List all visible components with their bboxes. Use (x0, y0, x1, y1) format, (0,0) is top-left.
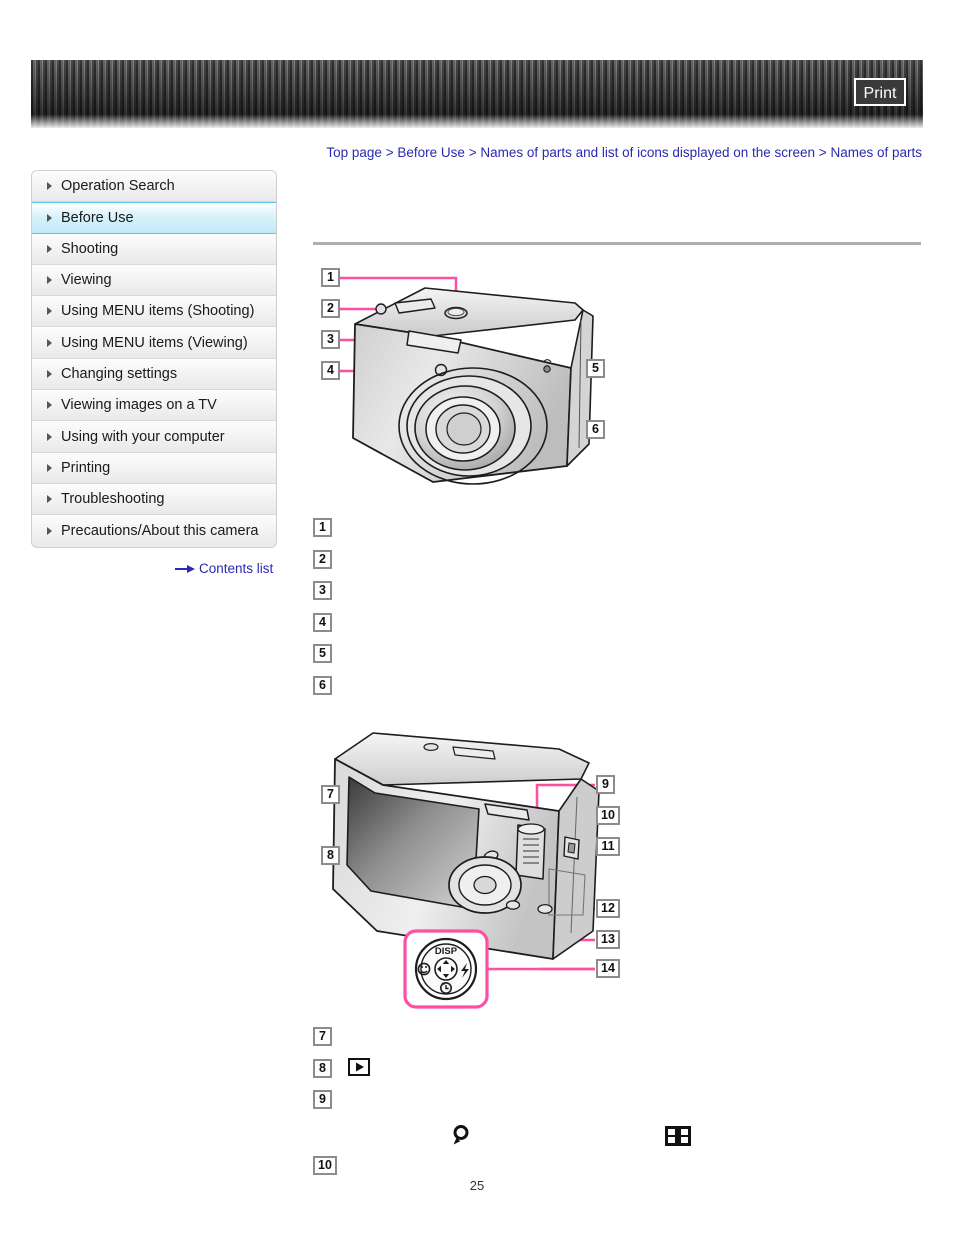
sidebar-item-label: Troubleshooting (61, 491, 165, 508)
sidebar-item-viewing-images-on-a-tv[interactable]: Viewing images on a TV (32, 390, 276, 422)
callout-13: 13 (596, 930, 620, 949)
triangle-right-icon (47, 463, 52, 472)
sidebar-item-changing-settings[interactable]: Changing settings (32, 358, 276, 391)
main-content: 1 2 3 4 5 6 1 2 3 4 5 6 DISP 7 8 9 10 11… (313, 258, 923, 1185)
sidebar-item-using-with-your-computer[interactable]: Using with your computer (32, 421, 276, 453)
print-button[interactable]: Print (854, 78, 906, 106)
part-list-front: 1 2 3 4 5 6 (313, 516, 923, 705)
zoom-magnifier-icon (452, 1124, 472, 1151)
callout-7: 7 (321, 785, 340, 804)
triangle-right-icon (47, 495, 52, 504)
triangle-right-icon (47, 526, 52, 535)
triangle-right-icon (47, 307, 52, 316)
triangle-right-icon (47, 369, 52, 378)
contents-list-link[interactable]: Contents list (175, 561, 273, 576)
triangle-right-icon (47, 401, 52, 410)
triangle-right-icon (47, 182, 52, 191)
sidebar-item-label: Using MENU items (Viewing) (61, 334, 248, 351)
sidebar-item-using-menu-items-shooting[interactable]: Using MENU items (Shooting) (32, 296, 276, 328)
part-number: 4 (313, 612, 332, 632)
figure-camera-rear: DISP 7 8 9 10 11 12 13 14 (313, 719, 923, 1019)
list-item: 4 (313, 611, 923, 643)
part-number: 10 (313, 1155, 337, 1175)
callout-14: 14 (596, 959, 620, 978)
sidebar-item-label: Viewing images on a TV (61, 397, 217, 414)
sidebar-item-label: Viewing (61, 272, 112, 289)
list-item-icons (313, 1120, 923, 1154)
callout-10: 10 (596, 806, 620, 825)
triangle-right-icon (47, 244, 52, 253)
part-number: 9 (313, 1090, 332, 1109)
index-grid-icon (665, 1125, 691, 1151)
callout-6: 6 (586, 420, 605, 439)
sidebar-item-label: Precautions/About this camera (61, 522, 259, 539)
content-divider (313, 242, 921, 245)
breadcrumb-separator: > (818, 145, 827, 160)
list-item: 1 (313, 516, 923, 548)
callout-11: 11 (596, 837, 620, 856)
breadcrumb-item-names-of-parts-and-list-of-icons[interactable]: Names of parts and list of icons display… (480, 145, 815, 160)
triangle-right-icon (47, 213, 52, 222)
list-item: 9 (313, 1088, 923, 1120)
callout-5: 5 (586, 359, 605, 378)
sidebar-item-operation-search[interactable]: Operation Search (32, 171, 276, 203)
sidebar-item-label: Using MENU items (Shooting) (61, 303, 255, 320)
list-item: 2 (313, 548, 923, 580)
breadcrumb-item-top-page[interactable]: Top page (326, 145, 382, 160)
sidebar-item-viewing[interactable]: Viewing (32, 264, 276, 297)
arrow-right-icon (175, 564, 195, 573)
triangle-right-icon (47, 338, 52, 347)
callout-8: 8 (321, 846, 340, 865)
triangle-right-icon (47, 276, 52, 285)
list-item: 8 (313, 1057, 923, 1089)
top-banner: Print (31, 60, 923, 128)
breadcrumb: Top page > Before Use > Names of parts a… (310, 143, 922, 162)
sidebar-item-label: Shooting (61, 240, 119, 257)
sidebar-item-using-menu-items-viewing[interactable]: Using MENU items (Viewing) (32, 327, 276, 359)
playback-icon (348, 1057, 370, 1081)
page-number: 25 (469, 1178, 485, 1193)
list-item: 6 (313, 674, 923, 706)
callout-4: 4 (321, 361, 340, 380)
part-number: 8 (313, 1058, 332, 1078)
part-number: 7 (313, 1027, 332, 1046)
sidebar-item-shooting[interactable]: Shooting (32, 233, 276, 265)
sidebar-item-before-use[interactable]: Before Use (32, 202, 276, 234)
sidebar-item-label: Before Use (61, 209, 134, 226)
part-number: 3 (313, 581, 332, 600)
sidebar-nav: Operation Search Before Use Shooting Vie… (31, 170, 277, 548)
callout-2: 2 (321, 299, 340, 318)
part-number: 1 (313, 518, 332, 537)
list-item: 5 (313, 642, 923, 674)
breadcrumb-separator: > (468, 145, 477, 160)
figure-camera-front: 1 2 3 4 5 6 (313, 258, 923, 506)
triangle-right-icon (47, 432, 52, 441)
callout-9: 9 (596, 775, 615, 794)
breadcrumb-item-before-use[interactable]: Before Use (397, 145, 465, 160)
part-number: 2 (313, 549, 332, 569)
contents-list-label: Contents list (199, 561, 274, 576)
sidebar-item-printing[interactable]: Printing (32, 452, 276, 484)
list-item: 3 (313, 579, 923, 611)
part-number: 5 (313, 644, 332, 663)
sidebar-item-troubleshooting[interactable]: Troubleshooting (32, 483, 276, 516)
part-list-rear: 7 8 9 10 (313, 1025, 923, 1185)
sidebar-item-label: Printing (61, 459, 111, 476)
callout-12: 12 (596, 899, 620, 918)
svg-text:DISP: DISP (435, 946, 458, 957)
callout-3: 3 (321, 330, 340, 349)
part-number: 6 (313, 675, 332, 695)
breadcrumb-separator: > (385, 145, 394, 160)
list-item: 7 (313, 1025, 923, 1057)
camera-front-illustration (335, 276, 594, 485)
sidebar-item-precautions-about-this-camera[interactable]: Precautions/About this camera (32, 515, 276, 547)
sidebar-item-label: Changing settings (61, 365, 178, 382)
sidebar-item-label: Using with your computer (61, 428, 225, 445)
sidebar-item-label: Operation Search (61, 178, 175, 195)
callout-1: 1 (321, 268, 340, 287)
breadcrumb-item-names-of-parts: Names of parts (830, 145, 922, 160)
